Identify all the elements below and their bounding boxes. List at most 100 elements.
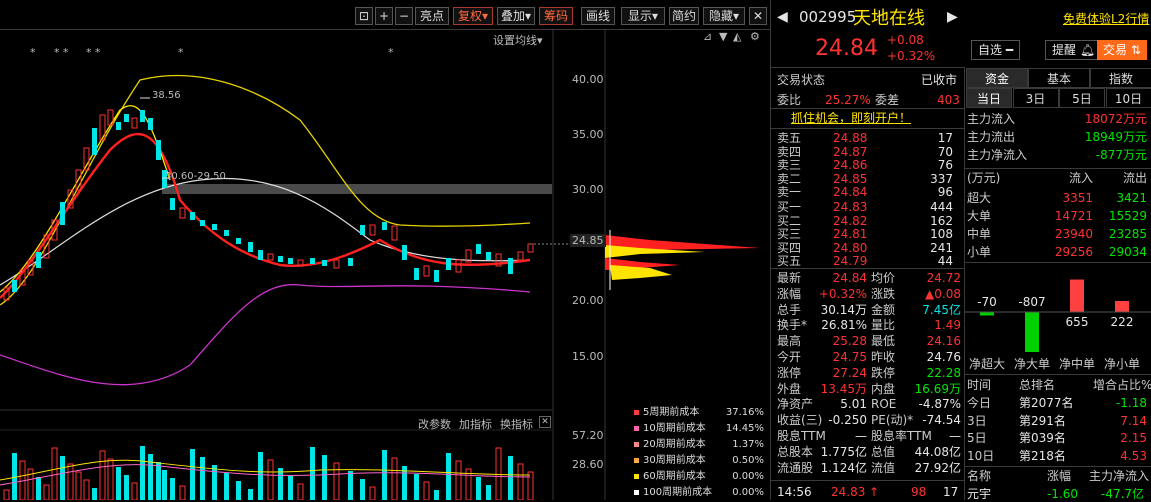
- add-indicator-button[interactable]: 加指标: [459, 416, 492, 432]
- zoom-out-icon[interactable]: −: [395, 7, 413, 25]
- legend-value: 37.16%: [726, 405, 764, 421]
- divider: [771, 108, 964, 109]
- stat-label: PE(动)*: [871, 412, 913, 428]
- y-tick: 30.00: [572, 183, 604, 196]
- next-stock-icon[interactable]: ▶: [947, 9, 958, 25]
- candle: [148, 118, 153, 130]
- current-price-tag: 24.85: [570, 234, 606, 247]
- trade-price: 24.83: [831, 484, 865, 500]
- stat-label: 外盘: [777, 381, 801, 397]
- volume-bar: [100, 451, 105, 500]
- open-account-banner[interactable]: 抓住机会，即刻开户！: [791, 110, 911, 126]
- fund-tab-1[interactable]: 基本: [1028, 68, 1090, 88]
- stat-label: 均价: [871, 270, 895, 286]
- display-button[interactable]: 显示▾: [621, 7, 665, 25]
- prev-stock-icon[interactable]: ◀: [777, 9, 788, 25]
- volume-bar: [370, 487, 375, 500]
- close-icon[interactable]: ✕: [749, 7, 767, 25]
- fund-tab-2[interactable]: 指数: [1090, 68, 1151, 88]
- rank-pct: 2.15: [1101, 430, 1147, 446]
- candle: [334, 260, 339, 268]
- rank-value: 第039名: [1019, 430, 1066, 446]
- alert-label: 提醒: [1052, 43, 1076, 57]
- fullscreen-icon[interactable]: ⊡: [355, 7, 373, 25]
- fund-period-3[interactable]: 10日: [1106, 88, 1151, 108]
- price-change-pct: +0.32%: [887, 48, 935, 64]
- fund-main-value: 18072万元: [1071, 111, 1147, 127]
- trade-label: 交易: [1103, 43, 1127, 57]
- fund-period-2[interactable]: 5日: [1059, 88, 1105, 108]
- fund-row-in: 29256: [1047, 244, 1093, 260]
- fund-tab-0[interactable]: 资金: [966, 68, 1028, 88]
- bid-label: 买五: [777, 253, 801, 269]
- legend-value: 0.00%: [732, 469, 764, 485]
- gear-icon[interactable]: ⚙: [750, 30, 760, 43]
- volume-bar: [116, 467, 121, 500]
- close-indicator-icon[interactable]: ✕: [539, 416, 551, 428]
- fund-bar-value: 655: [1055, 314, 1099, 330]
- legend-swatch: [634, 426, 639, 431]
- change-param-button[interactable]: 改参数: [418, 416, 451, 432]
- legend-label: 60周期前成本: [643, 471, 706, 482]
- fund-row-out: 29034: [1101, 244, 1147, 260]
- volume-bar: [528, 472, 533, 500]
- quote-panel: ◀ 002995 天地在线 ▶ 免费体验L2行情 24.84 +0.08 +0.…: [770, 0, 1151, 500]
- diff-value: 403: [937, 92, 960, 108]
- highlight-button[interactable]: 亮点: [415, 7, 449, 25]
- candle: [476, 244, 481, 254]
- candle: [170, 198, 175, 210]
- fund-bar-value: 222: [1100, 314, 1144, 330]
- alert-button[interactable]: 提醒 🔔︎: [1045, 40, 1102, 60]
- fund-bar-label: 净小单: [1100, 356, 1144, 372]
- legend-value: 14.45%: [726, 421, 764, 437]
- legend-value: 0.50%: [732, 453, 764, 469]
- watchlist-button[interactable]: 自选 ━: [971, 40, 1020, 60]
- candles-group: [4, 110, 533, 300]
- ma-setting-button[interactable]: 设置均线▾: [493, 32, 543, 48]
- stat-label: 净资产: [777, 396, 813, 412]
- fund-bar-value: -70: [965, 294, 1009, 310]
- divider: [771, 480, 964, 481]
- fund-row-in: 3351: [1047, 190, 1093, 206]
- volume-bar: [434, 490, 439, 500]
- overlay-button[interactable]: 叠加▾: [497, 7, 535, 25]
- l2-trial-link[interactable]: 免费体验L2行情: [1063, 11, 1149, 27]
- trade-button[interactable]: 交易 ⇅: [1097, 40, 1147, 60]
- last-price: 24.84: [815, 36, 878, 62]
- candle: [360, 225, 365, 235]
- volume-bar: [132, 483, 137, 500]
- volume-bar: [258, 452, 263, 500]
- volume-bar: [424, 482, 429, 500]
- chips-arrow-icon[interactable]: ▼: [719, 30, 727, 43]
- fund-bar-value: -807: [1010, 294, 1054, 310]
- volume-bar: [518, 464, 523, 500]
- range-band: [162, 184, 552, 194]
- stat-label: 最新: [777, 270, 801, 286]
- fund-period-0[interactable]: 当日: [966, 88, 1012, 108]
- chips-flag-icon[interactable]: ⊿: [703, 30, 712, 43]
- adjust-button[interactable]: 复权▾: [453, 7, 493, 25]
- simple-button[interactable]: 简约: [669, 7, 699, 25]
- legend-swatch: [634, 410, 639, 415]
- divider: [771, 128, 964, 129]
- y-tick: 20.00: [572, 294, 604, 307]
- rank-head: 增合占比%: [1093, 377, 1151, 393]
- fund-bar: [1115, 301, 1129, 312]
- stat-value: 5.01: [815, 396, 867, 412]
- hide-button[interactable]: 隐藏▾: [703, 7, 745, 25]
- switch-indicator-button[interactable]: 换指标: [500, 416, 533, 432]
- chips-gray-icon[interactable]: ◭: [733, 30, 741, 43]
- stat-label: 换手*: [777, 317, 807, 333]
- volume-bar: [322, 455, 327, 500]
- zoom-in-icon[interactable]: +: [375, 7, 393, 25]
- fund-main-value: -877万元: [1071, 147, 1147, 163]
- fund-period-1[interactable]: 3日: [1013, 88, 1059, 108]
- volume-bar: [36, 477, 41, 500]
- draw-button[interactable]: 画线: [581, 7, 615, 25]
- volume-bar: [348, 471, 353, 500]
- fund-main-label: 主力流出: [967, 129, 1015, 145]
- chips-button[interactable]: 筹码: [539, 7, 573, 25]
- rank-period: 5日: [967, 430, 987, 446]
- ask-price: 24.84: [833, 184, 867, 200]
- stat-value: —: [815, 428, 867, 444]
